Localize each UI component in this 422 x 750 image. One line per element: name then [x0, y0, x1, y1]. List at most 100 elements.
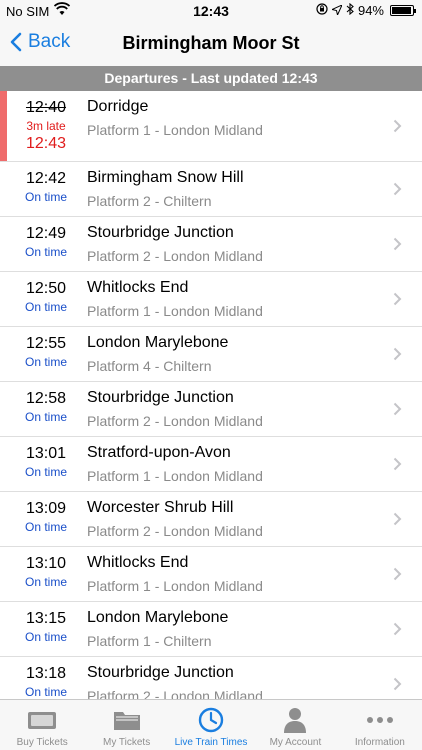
chevron-right-icon — [393, 237, 402, 256]
time-column: 13:10 On time — [0, 555, 92, 589]
time-column: 12:55 On time — [0, 335, 92, 369]
scheduled-time: 12:58 — [25, 390, 67, 407]
time-column: 13:09 On time — [0, 500, 92, 534]
platform-operator: Platform 4 - Chiltern — [87, 358, 212, 374]
departure-row[interactable]: 13:10 On time Whitlocks End Platform 1 - Lo… — [0, 547, 422, 602]
time-column: 12:42 On time — [0, 170, 92, 204]
platform-operator: Platform 2 - London Midland — [87, 413, 263, 429]
chevron-right-icon — [393, 292, 402, 311]
navigation-bar: Back Birmingham Moor St — [0, 22, 422, 66]
battery-icon — [390, 5, 416, 16]
time-column: 12:49 On time — [0, 225, 92, 259]
location-icon — [330, 3, 343, 18]
tab-label: Buy Tickets — [16, 737, 68, 748]
tab-my-account[interactable]: My Account — [253, 700, 337, 750]
departure-row[interactable]: 13:18 On time Stourbridge Junction Platform… — [0, 657, 422, 699]
tab-my-tickets[interactable]: My Tickets — [84, 700, 168, 750]
tab-buy-tickets[interactable]: Buy Tickets — [0, 700, 84, 750]
chevron-right-icon — [393, 347, 402, 366]
tab-label: My Tickets — [102, 737, 151, 748]
scheduled-time: 13:09 — [25, 500, 67, 517]
chevron-right-icon — [393, 622, 402, 641]
platform-operator: Platform 1 - London Midland — [87, 122, 263, 138]
departure-row[interactable]: 12:40 3m late 12:43 Dorridge Platform 1 - Lo… — [0, 91, 422, 162]
platform-operator: Platform 2 - London Midland — [87, 688, 263, 699]
chevron-right-icon — [393, 182, 402, 201]
battery-percent: 94% — [357, 3, 384, 18]
departure-status: On time — [24, 685, 67, 699]
folder-icon — [112, 705, 142, 735]
scheduled-time: 12:40 — [25, 99, 67, 116]
departure-status: On time — [24, 575, 67, 589]
departure-status: On time — [24, 300, 67, 314]
departure-row[interactable]: 12:49 On time Stourbridge Junction Platform… — [0, 217, 422, 272]
person-icon — [282, 705, 308, 735]
chevron-right-icon — [393, 457, 402, 476]
departure-row[interactable]: 12:58 On time Stourbridge Junction Platform… — [0, 382, 422, 437]
clock-icon — [198, 705, 224, 735]
scheduled-time: 12:50 — [25, 280, 67, 297]
expected-time: 12:43 — [25, 135, 67, 152]
destination: Whitlocks End — [87, 279, 189, 296]
departure-row[interactable]: 13:01 On time Stratford-upon-Avon Platform … — [0, 437, 422, 492]
time-column: 13:15 On time — [0, 610, 92, 644]
chevron-right-icon — [393, 119, 402, 138]
tab-label: Live Train Times — [174, 737, 248, 748]
chevron-left-icon — [10, 32, 22, 52]
more-icon — [366, 705, 394, 735]
departure-row[interactable]: 12:55 On time London Marylebone Platform 4 … — [0, 327, 422, 382]
battery-fill — [392, 7, 411, 14]
departure-row[interactable]: 12:42 On time Birmingham Snow Hill Platform… — [0, 162, 422, 217]
destination: London Marylebone — [87, 334, 229, 351]
time-column: 12:58 On time — [0, 390, 92, 424]
destination: London Marylebone — [87, 609, 229, 626]
chevron-right-icon — [393, 677, 402, 696]
platform-operator: Platform 1 - London Midland — [87, 303, 263, 319]
destination: Birmingham Snow Hill — [87, 169, 244, 186]
departure-status: 3m late — [26, 119, 66, 133]
platform-operator: Platform 2 - Chiltern — [87, 193, 212, 209]
destination: Stourbridge Junction — [87, 224, 234, 241]
time-column: 12:50 On time — [0, 280, 92, 314]
tab-label: My Account — [269, 737, 322, 748]
departures-header: Departures - Last updated 12:43 — [0, 66, 422, 91]
status-bar: No SIM 12:43 94% — [0, 0, 422, 22]
departure-row[interactable]: 12:50 On time Whitlocks End Platform 1 - Lo… — [0, 272, 422, 327]
destination: Dorridge — [87, 98, 149, 115]
chevron-right-icon — [393, 567, 402, 586]
destination: Worcester Shrub Hill — [87, 499, 234, 516]
tab-bar: Buy Tickets My Tickets Live Train Times My … — [0, 699, 422, 750]
tab-information[interactable]: Information — [338, 700, 422, 750]
departure-status: On time — [24, 630, 67, 644]
chevron-right-icon — [393, 402, 402, 421]
departure-row[interactable]: 13:15 On time London Marylebone Platform 1 … — [0, 602, 422, 657]
scheduled-time: 13:15 — [25, 610, 67, 627]
back-button[interactable]: Back — [10, 31, 70, 53]
departure-status: On time — [24, 520, 67, 534]
departure-status: On time — [24, 190, 67, 204]
departure-row[interactable]: 13:09 On time Worcester Shrub Hill Platform… — [0, 492, 422, 547]
time-column: 13:18 On time — [0, 665, 92, 699]
platform-operator: Platform 1 - London Midland — [87, 578, 263, 594]
tab-label: Information — [354, 737, 405, 748]
departure-status: On time — [24, 465, 67, 479]
departure-status: On time — [24, 245, 67, 259]
platform-operator: Platform 1 - London Midland — [87, 468, 263, 484]
platform-operator: Platform 1 - Chiltern — [87, 633, 212, 649]
back-label: Back — [28, 31, 71, 52]
scheduled-time: 13:01 — [25, 445, 67, 462]
scheduled-time: 13:18 — [25, 665, 67, 682]
ticket-icon — [27, 705, 57, 735]
chevron-right-icon — [393, 512, 402, 531]
time-column: 13:01 On time — [0, 445, 92, 479]
platform-operator: Platform 2 - London Midland — [87, 523, 263, 539]
tab-live-train-times[interactable]: Live Train Times — [169, 700, 253, 750]
scheduled-time: 12:42 — [25, 170, 67, 187]
scheduled-time: 12:49 — [25, 225, 67, 242]
scheduled-time: 13:10 — [25, 555, 67, 572]
platform-operator: Platform 2 - London Midland — [87, 248, 263, 264]
departure-list[interactable]: 12:40 3m late 12:43 Dorridge Platform 1 - Lo… — [0, 91, 422, 699]
destination: Whitlocks End — [87, 554, 189, 571]
departure-status: On time — [24, 410, 67, 424]
destination: Stourbridge Junction — [87, 389, 234, 406]
